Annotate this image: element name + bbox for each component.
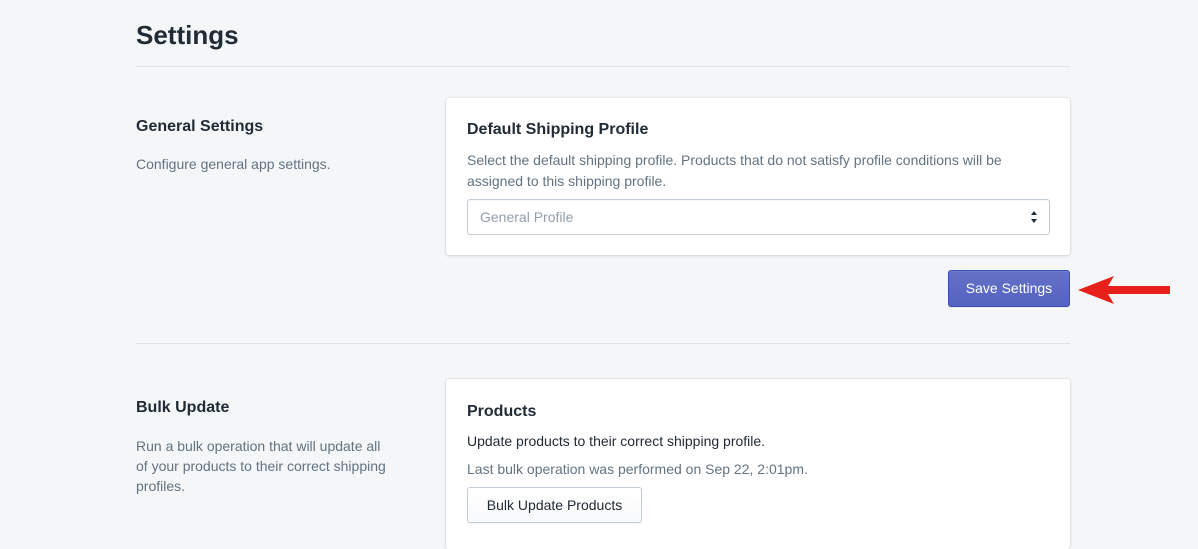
select-selected-value: General Profile — [480, 209, 574, 225]
card-title-default-shipping-profile: Default Shipping Profile — [467, 121, 649, 138]
section-divider — [136, 343, 1070, 344]
general-settings-description: Configure general app settings. — [136, 156, 331, 172]
products-description: Update products to their correct shippin… — [467, 433, 766, 449]
save-settings-button[interactable]: Save Settings — [948, 270, 1070, 307]
card-title-products: Products — [467, 403, 537, 420]
general-settings-heading: General Settings — [136, 118, 264, 135]
bulk-update-products-button[interactable]: Bulk Update Products — [467, 487, 642, 523]
last-bulk-operation-text: Last bulk operation was performed on Sep… — [467, 461, 808, 477]
default-shipping-profile-help-text: Select the default shipping profile. Pro… — [467, 152, 1002, 189]
page-title: Settings — [136, 20, 239, 50]
header-divider — [136, 66, 1070, 67]
default-shipping-profile-select[interactable]: General Profile — [467, 199, 1050, 235]
bulk-update-heading: Bulk Update — [136, 399, 230, 416]
select-arrows-icon — [1031, 211, 1037, 223]
red-arrow-icon — [1078, 276, 1170, 304]
products-card: Products Update products to their correc… — [446, 379, 1070, 549]
default-shipping-profile-card: Default Shipping Profile Select the defa… — [446, 98, 1070, 255]
bulk-update-description: Run a bulk operation that will update al… — [136, 438, 386, 494]
